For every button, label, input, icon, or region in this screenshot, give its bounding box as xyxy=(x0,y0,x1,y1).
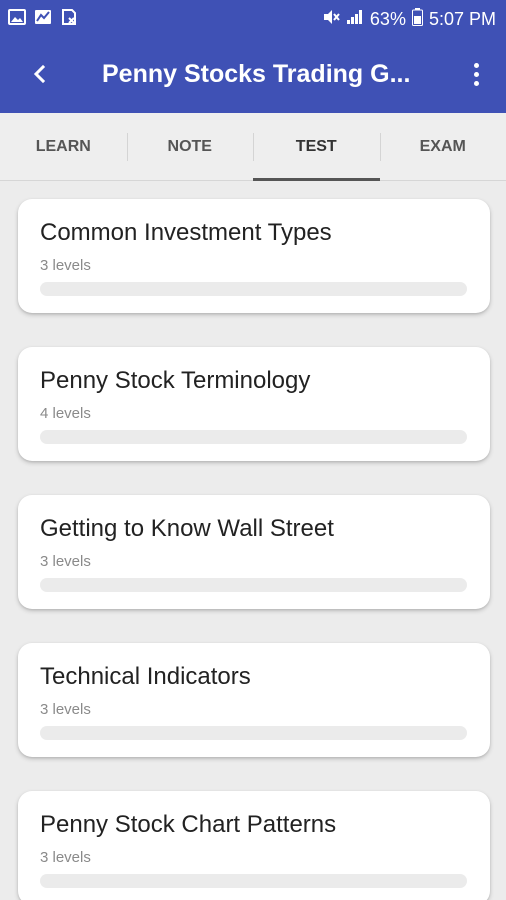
tab-test[interactable]: TEST xyxy=(253,113,380,181)
card-title: Penny Stock Chart Patterns xyxy=(40,811,337,838)
clock: 5:07 PM xyxy=(428,9,496,29)
card-levels: 3 levels xyxy=(40,701,91,718)
progress-bar xyxy=(40,282,467,296)
signal-icon xyxy=(346,9,364,30)
topic-card-technical-indicators[interactable]: Technical Indicators 3 levels xyxy=(18,643,490,757)
document-notification-icon xyxy=(60,9,78,25)
topic-card-penny-stock-chart-patterns[interactable]: Penny Stock Chart Patterns 3 levels xyxy=(18,791,490,900)
progress-bar xyxy=(40,874,467,888)
tab-learn[interactable]: LEARN xyxy=(0,113,127,180)
topic-list: Common Investment Types 3 levels Penny S… xyxy=(0,181,506,900)
mute-icon xyxy=(322,8,340,31)
back-arrow-icon xyxy=(33,64,46,84)
tab-exam[interactable]: EXAM xyxy=(379,113,506,180)
topic-card-getting-to-know-wall-street[interactable]: Getting to Know Wall Street 3 levels xyxy=(18,495,490,609)
more-options-button[interactable] xyxy=(464,56,488,92)
topic-card-common-investment-types[interactable]: Common Investment Types 3 levels xyxy=(18,199,490,313)
dot-icon xyxy=(473,62,479,68)
chart-notification-icon xyxy=(34,9,52,25)
card-title: Common Investment Types xyxy=(40,219,332,246)
battery-percent: 63% xyxy=(369,9,406,29)
card-levels: 3 levels xyxy=(40,257,91,274)
status-bar: 63% 5:07 PM xyxy=(0,0,506,36)
tab-bar: LEARN NOTE TEST EXAM xyxy=(0,113,506,181)
topic-card-penny-stock-terminology[interactable]: Penny Stock Terminology 4 levels xyxy=(18,347,490,461)
card-levels: 3 levels xyxy=(40,849,91,866)
progress-bar xyxy=(40,578,467,592)
card-title: Penny Stock Terminology xyxy=(40,367,311,394)
dot-icon xyxy=(473,71,479,77)
card-title: Technical Indicators xyxy=(40,663,251,690)
card-levels: 3 levels xyxy=(40,553,91,570)
battery-icon xyxy=(411,8,423,31)
card-levels: 4 levels xyxy=(40,405,91,422)
gallery-notification-icon xyxy=(8,9,26,25)
tab-note[interactable]: NOTE xyxy=(126,113,254,180)
progress-bar xyxy=(40,430,467,444)
app-bar: Penny Stocks Trading G... xyxy=(0,36,506,113)
back-button[interactable] xyxy=(22,56,58,92)
top-bar: 63% 5:07 PM Penny Stocks Trading G... xyxy=(0,0,506,113)
card-title: Getting to Know Wall Street xyxy=(40,515,334,542)
page-title: Penny Stocks Trading G... xyxy=(102,60,411,88)
dot-icon xyxy=(473,80,479,86)
progress-bar xyxy=(40,726,467,740)
